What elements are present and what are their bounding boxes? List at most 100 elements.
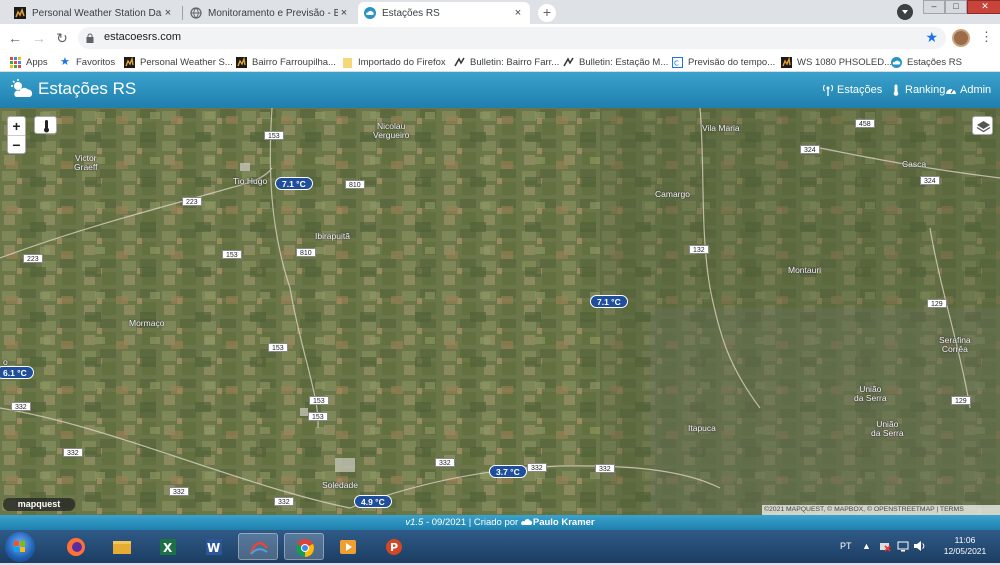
close-icon[interactable]: × [162,7,174,19]
address-bar[interactable]: estacoesrs.com ★ [78,27,946,49]
place-label: Itapuca [688,423,716,433]
thermometer-icon [890,84,902,96]
station-marker[interactable]: 3.7 °C [489,465,527,478]
close-icon[interactable]: × [512,7,524,19]
nav-estacoes[interactable]: Estações [822,84,882,96]
bookmark-ws1080[interactable]: WS 1080 PHSOLED... [781,55,892,69]
firefox-icon [66,537,86,557]
taskbar-explorer[interactable] [102,533,142,560]
volume-icon[interactable] [913,540,925,554]
brand-title: Estações RS [38,79,137,98]
bookmark-personal-weather[interactable]: Personal Weather S... [124,55,233,69]
tab-title: Monitoramento e Previsão - Bras [208,7,338,19]
place-label: União da Serra [854,384,887,403]
weather-station-favicon-icon [781,55,792,68]
footer-date-text: - 09/2021 | Criado por [423,517,521,528]
tab-title: Estações RS [382,7,440,19]
layers-button[interactable] [972,116,993,135]
station-marker[interactable]: 7.1 °C [275,177,313,190]
clock-time: 11:06 [954,535,976,545]
place-label: Camargo [655,189,690,199]
road-shield: 332 [274,497,294,506]
language-indicator[interactable]: PT [840,541,852,551]
nav-ranking[interactable]: Ranking [890,84,945,96]
road-shield: 129 [927,299,947,308]
taskbar-word[interactable]: W [194,533,234,560]
tray-arrow-icon[interactable]: ▲ [862,541,871,551]
close-icon[interactable]: × [338,7,350,19]
nav-label: Ranking [905,84,946,96]
map-attribution[interactable]: ©2021 MAPQUEST, © MAPBOX, © OPENSTREETMA… [762,505,1000,515]
network-warning-icon[interactable] [879,540,891,554]
bookmark-bairro-farroupilha[interactable]: Bairro Farroupilha... [236,55,336,69]
dashboard-gauge-icon [945,84,957,96]
system-clock[interactable]: 11:06 12/05/2021 [935,535,995,557]
zoom-out-button[interactable]: − [8,135,25,153]
monitor-icon[interactable] [897,540,909,554]
antenna-icon [822,84,834,96]
road-shield: 810 [296,248,316,257]
bookmark-star-icon[interactable]: ★ [925,29,938,46]
bulletin-icon [454,56,465,68]
bookmark-favoritos[interactable]: ★ Favoritos [60,55,115,69]
taskbar-app-wave[interactable] [238,533,278,560]
window-controls: ‒ □ ✕ [923,0,1000,14]
zoom-in-button[interactable]: + [8,117,25,135]
windows-logo-icon [14,541,25,552]
zoom-control: + − [7,116,26,154]
road-shield: 153 [308,412,328,421]
apps-grid-icon [10,56,21,68]
satellite-background [0,108,1000,515]
taskbar-chrome[interactable] [284,533,324,560]
minimize-button[interactable]: ‒ [923,0,945,14]
thermometer-toggle-button[interactable] [34,116,57,134]
bookmark-bulletin-estacao[interactable]: Bulletin: Estação M... [563,55,668,69]
road-shield: 332 [595,464,615,473]
cloud-favicon-icon [364,7,376,19]
road-shield: 458 [855,119,875,128]
bookmark-previsao-tempo[interactable]: C Previsão do tempo... [672,55,775,69]
satellite-map[interactable]: + − Nicolau Vergueiro Vila Maria Victor Gr… [0,108,1000,515]
bookmarks-bar: Apps ★ Favoritos Personal Weather S... B… [0,52,1000,72]
window-close-button[interactable]: ✕ [967,0,1000,14]
road-shield: 332 [169,487,189,496]
browser-menu-icon[interactable]: ⋮ [980,29,993,45]
star-icon: ★ [60,55,70,68]
layers-icon [976,121,991,133]
tab-monitoramento[interactable]: Monitoramento e Previsão - Bras × [184,2,356,24]
road-shield: 129 [951,396,971,405]
bookmark-bulletin-bairro[interactable]: Bulletin: Bairro Farr... [454,55,559,69]
weather-station-favicon-icon [124,55,135,68]
maximize-button[interactable]: □ [945,0,967,14]
station-marker[interactable]: 6.1 °C [0,366,34,379]
bookmark-importado-firefox[interactable]: Importado do Firefox [342,55,446,69]
bookmark-apps[interactable]: Apps [10,55,48,69]
station-marker[interactable]: 4.9 °C [354,495,392,508]
tab-personal-weather-station[interactable]: Personal Weather Station Dashbo × [8,2,180,24]
taskbar-excel[interactable]: X [148,533,188,560]
reload-button[interactable]: ↻ [53,29,71,47]
road-shield: 332 [63,448,83,457]
back-button[interactable]: ← [6,29,24,47]
brand-link[interactable]: Estações RS [10,79,136,99]
taskbar-firefox[interactable] [56,533,96,560]
windows-taskbar: X W P PT ▲ 11:06 12/05/2021 [0,530,1000,563]
sun-cloud-logo-icon [10,79,34,99]
profile-download-icon[interactable] [897,4,913,20]
taskbar-powerpoint[interactable]: P [374,533,414,560]
taskbar-media-player[interactable] [328,533,368,560]
weather-station-favicon-icon [236,55,247,68]
mapquest-logo[interactable]: mapquest [3,498,75,511]
app-header: Estações RS Estações Ranking Admin [0,72,1000,108]
start-button[interactable] [5,532,35,562]
bookmark-estacoes-rs[interactable]: Estações RS [891,55,962,69]
avatar[interactable] [952,29,970,47]
new-tab-button[interactable]: + [538,4,556,22]
author-link[interactable]: Paulo Kramer [533,517,595,528]
forward-button[interactable]: → [30,29,48,47]
road-shield: 324 [800,145,820,154]
tab-estacoes-rs[interactable]: Estações RS × [358,2,530,24]
station-marker[interactable]: 7.1 °C [590,295,628,308]
road-shield: 153 [222,250,242,259]
nav-admin[interactable]: Admin [945,84,991,96]
